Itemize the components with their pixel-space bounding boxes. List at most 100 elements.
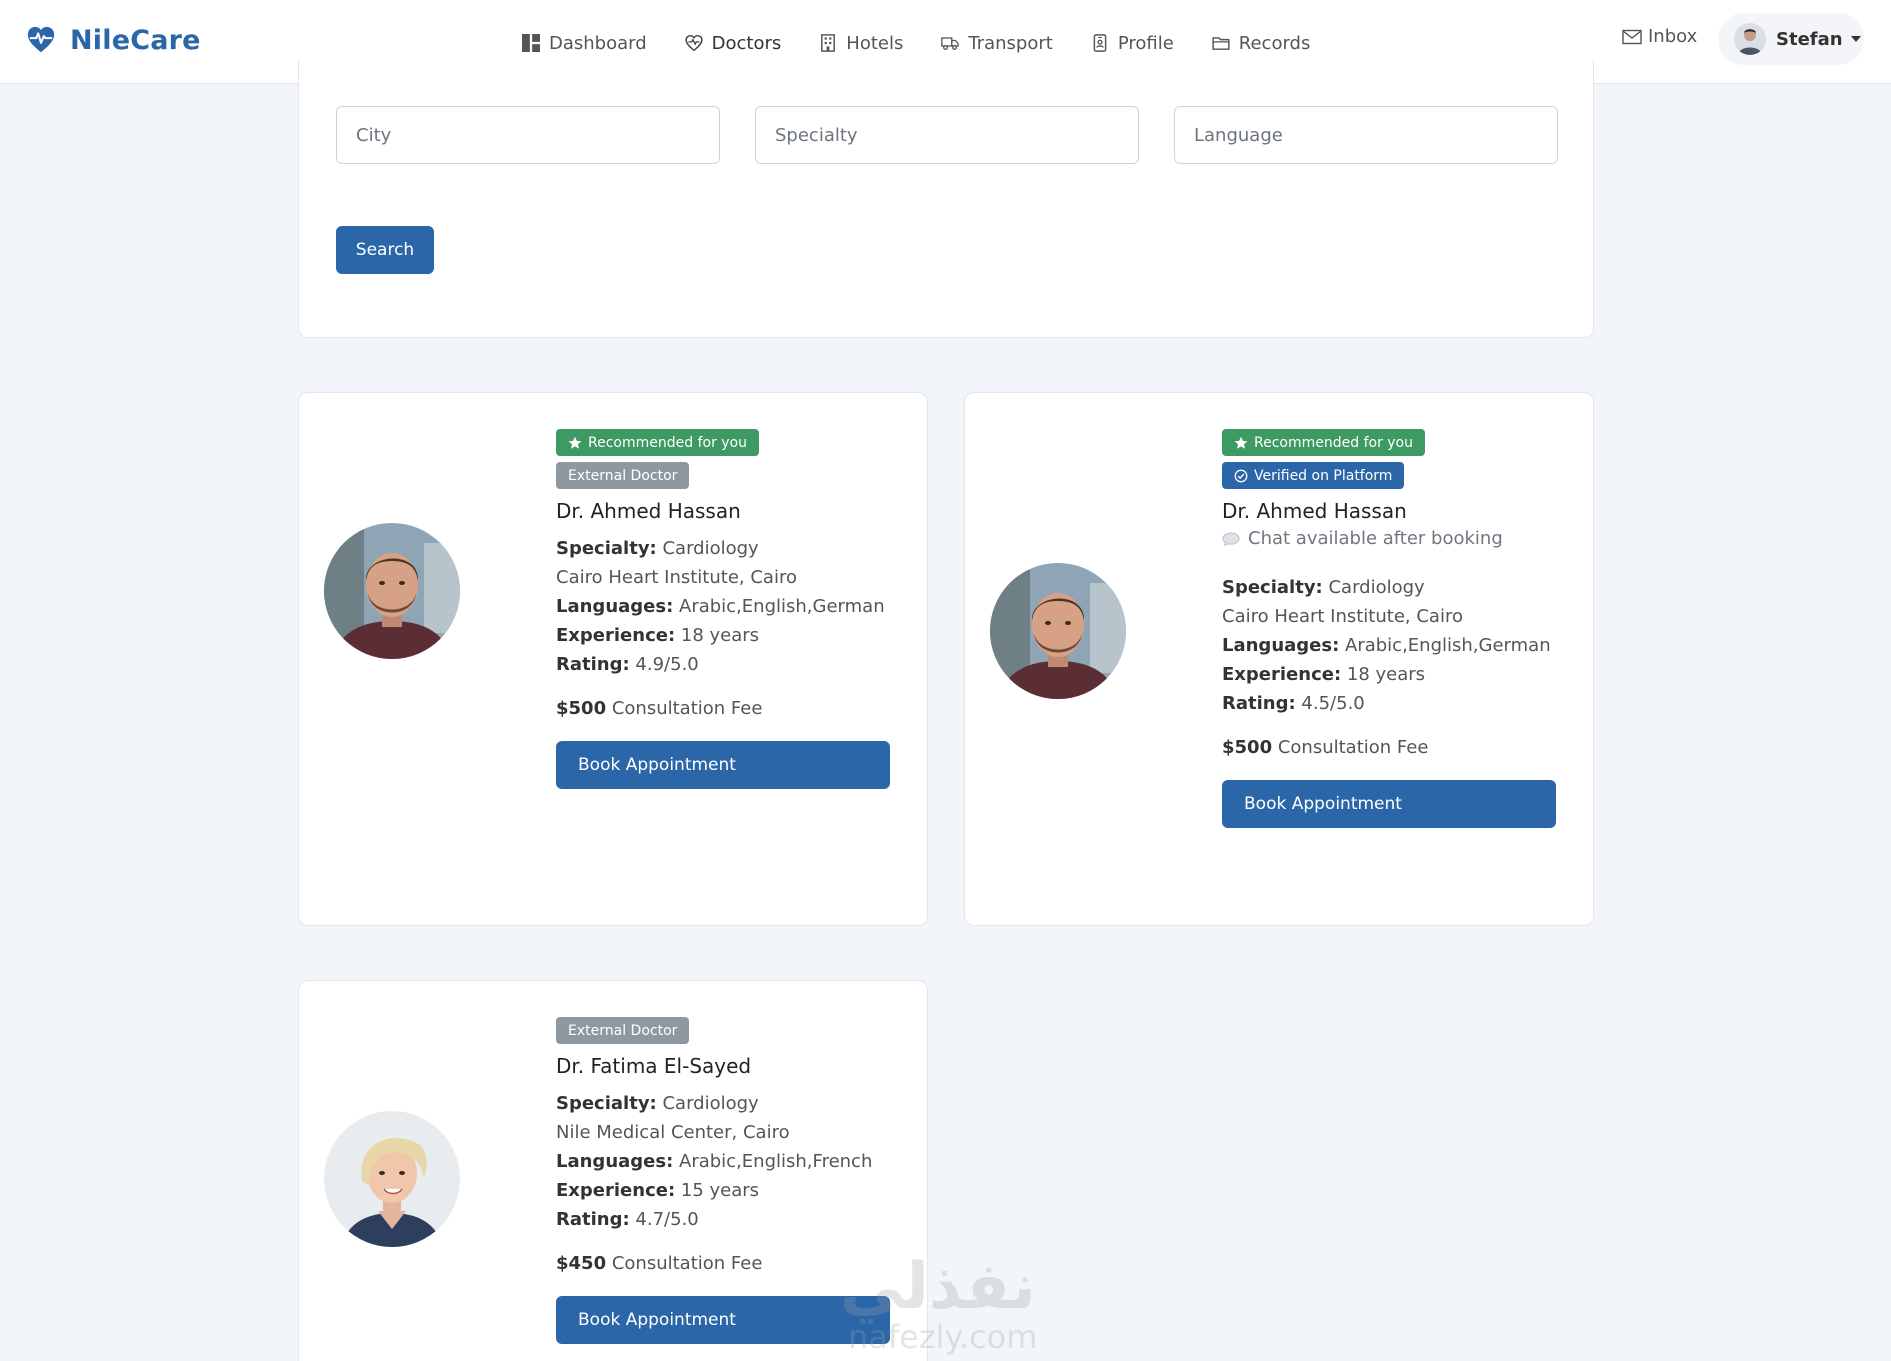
doctor-name: Dr. Fatima El-Sayed xyxy=(556,1054,752,1078)
doctor-photo xyxy=(324,523,460,659)
field-value: 4.7/5.0 xyxy=(635,1209,699,1230)
fee-label: Consultation Fee xyxy=(611,1253,763,1274)
specialty-input[interactable] xyxy=(755,106,1139,164)
doctor-specialty: Specialty: Cardiology xyxy=(1222,573,1562,602)
brand[interactable]: NileCare xyxy=(26,20,201,60)
nav-item-doctors[interactable]: Doctors xyxy=(666,22,799,84)
badge-label: Verified on Platform xyxy=(1254,467,1393,484)
doctor-card: External Doctor Dr. Fatima El-Sayed Spec… xyxy=(298,980,928,1361)
folder-icon xyxy=(1212,37,1230,50)
book-appointment-button[interactable]: Book Appointment xyxy=(1222,780,1556,828)
doctor-rating: Rating: 4.9/5.0 xyxy=(556,650,896,679)
search-panel: Search xyxy=(298,60,1594,338)
doctor-photo xyxy=(990,563,1126,699)
badge-label: External Doctor xyxy=(568,467,678,484)
field-value: 4.5/5.0 xyxy=(1301,693,1365,714)
doctor-languages: Languages: Arabic,English,German xyxy=(556,592,896,621)
badge-label: Recommended for you xyxy=(588,434,747,451)
doctor-card: Recommended for you Verified on Platform… xyxy=(964,392,1594,926)
badge-label: External Doctor xyxy=(568,1022,678,1039)
doctor-languages: Languages: Arabic,English,German xyxy=(1222,631,1562,660)
fee-amount: $500 xyxy=(1222,737,1273,758)
field-value: Arabic,English,German xyxy=(1345,635,1551,656)
nav-label: Doctors xyxy=(711,32,782,54)
doctor-name: Dr. Ahmed Hassan xyxy=(556,499,741,523)
field-value: Cardiology xyxy=(1328,577,1425,598)
badge-row: Recommended for you External Doctor xyxy=(556,429,896,489)
doctor-languages: Languages: Arabic,English,French xyxy=(556,1147,896,1176)
nav-item-transport[interactable]: Transport xyxy=(941,22,1053,64)
nav-label: Transport xyxy=(968,32,1053,54)
doctor-info: Recommended for you External Doctor Dr. … xyxy=(556,429,896,789)
external-doctor-badge: External Doctor xyxy=(556,462,690,489)
nav-label: Records xyxy=(1238,32,1311,54)
field-label: Languages: xyxy=(556,596,674,617)
consultation-fee: $500 Consultation Fee xyxy=(1222,736,1562,760)
field-value: Arabic,English,German xyxy=(679,596,885,617)
user-menu-toggle[interactable]: Stefan xyxy=(1718,13,1864,65)
doctor-hospital: Cairo Heart Institute, Cairo xyxy=(556,567,797,588)
badge-label: Recommended for you xyxy=(1254,434,1413,451)
verified-badge: Verified on Platform xyxy=(1222,462,1405,489)
language-input[interactable] xyxy=(1174,106,1558,164)
envelope-icon xyxy=(1622,29,1642,44)
heart-pulse-icon xyxy=(27,26,55,53)
field-label: Specialty: xyxy=(556,1093,657,1114)
field-label: Experience: xyxy=(556,625,676,646)
nav-item-profile[interactable]: Profile xyxy=(1091,22,1174,64)
book-appointment-button[interactable]: Book Appointment xyxy=(556,741,890,789)
star-icon xyxy=(568,436,582,449)
search-button[interactable]: Search xyxy=(336,226,434,274)
field-label: Experience: xyxy=(556,1180,676,1201)
field-value: Arabic,English,French xyxy=(679,1151,873,1172)
field-value: 4.9/5.0 xyxy=(635,654,699,675)
doctor-specialty: Specialty: Cardiology xyxy=(556,534,896,563)
brand-name: NileCare xyxy=(70,24,201,56)
chat-note-text: Chat available after booking xyxy=(1248,528,1503,549)
nav-item-hotels[interactable]: Hotels xyxy=(819,22,903,64)
field-label: Rating: xyxy=(556,654,630,675)
fee-amount: $500 xyxy=(556,698,607,719)
doctor-rating: Rating: 4.5/5.0 xyxy=(1222,689,1562,718)
nav-label: Hotels xyxy=(846,32,904,54)
chat-note: Chat available after booking xyxy=(1222,528,1562,549)
badge-row: External Doctor xyxy=(556,1017,896,1044)
field-label: Languages: xyxy=(556,1151,674,1172)
recommended-badge: Recommended for you xyxy=(1222,429,1425,456)
id-badge-icon xyxy=(1093,34,1107,52)
doctor-card: Recommended for you External Doctor Dr. … xyxy=(298,392,928,926)
field-value: 15 years xyxy=(680,1180,760,1201)
doctor-rating: Rating: 4.7/5.0 xyxy=(556,1205,896,1234)
consultation-fee: $450 Consultation Fee xyxy=(556,1252,896,1276)
building-icon xyxy=(821,34,836,52)
fee-amount: $450 xyxy=(556,1253,607,1274)
nav-label: Profile xyxy=(1117,32,1174,54)
field-value: 18 years xyxy=(680,625,760,646)
inbox-link[interactable]: Inbox xyxy=(1622,26,1697,47)
check-circle-icon xyxy=(1234,469,1248,482)
recommended-badge: Recommended for you xyxy=(556,429,759,456)
field-label: Languages: xyxy=(1222,635,1340,656)
doctor-photo xyxy=(324,1111,460,1247)
caret-down-icon xyxy=(1850,36,1861,42)
field-label: Rating: xyxy=(556,1209,630,1230)
nav-item-dashboard[interactable]: Dashboard xyxy=(522,22,647,64)
inbox-label: Inbox xyxy=(1648,26,1698,47)
external-doctor-badge: External Doctor xyxy=(556,1017,690,1044)
avatar xyxy=(1734,23,1766,55)
doctor-info: Recommended for you Verified on Platform… xyxy=(1222,429,1562,828)
fee-label: Consultation Fee xyxy=(611,698,763,719)
city-input[interactable] xyxy=(336,106,720,164)
consultation-fee: $500 Consultation Fee xyxy=(556,697,896,721)
doctor-specialty: Specialty: Cardiology xyxy=(556,1089,896,1118)
field-value: 18 years xyxy=(1346,664,1426,685)
star-icon xyxy=(1234,436,1248,449)
book-appointment-button[interactable]: Book Appointment xyxy=(556,1296,890,1344)
field-label: Specialty: xyxy=(556,538,657,559)
doctor-experience: Experience: 15 years xyxy=(556,1176,896,1205)
field-value: Cardiology xyxy=(662,1093,759,1114)
truck-icon xyxy=(941,37,959,50)
nav-item-records[interactable]: Records xyxy=(1212,22,1311,64)
fee-label: Consultation Fee xyxy=(1277,737,1429,758)
doctor-experience: Experience: 18 years xyxy=(556,621,896,650)
